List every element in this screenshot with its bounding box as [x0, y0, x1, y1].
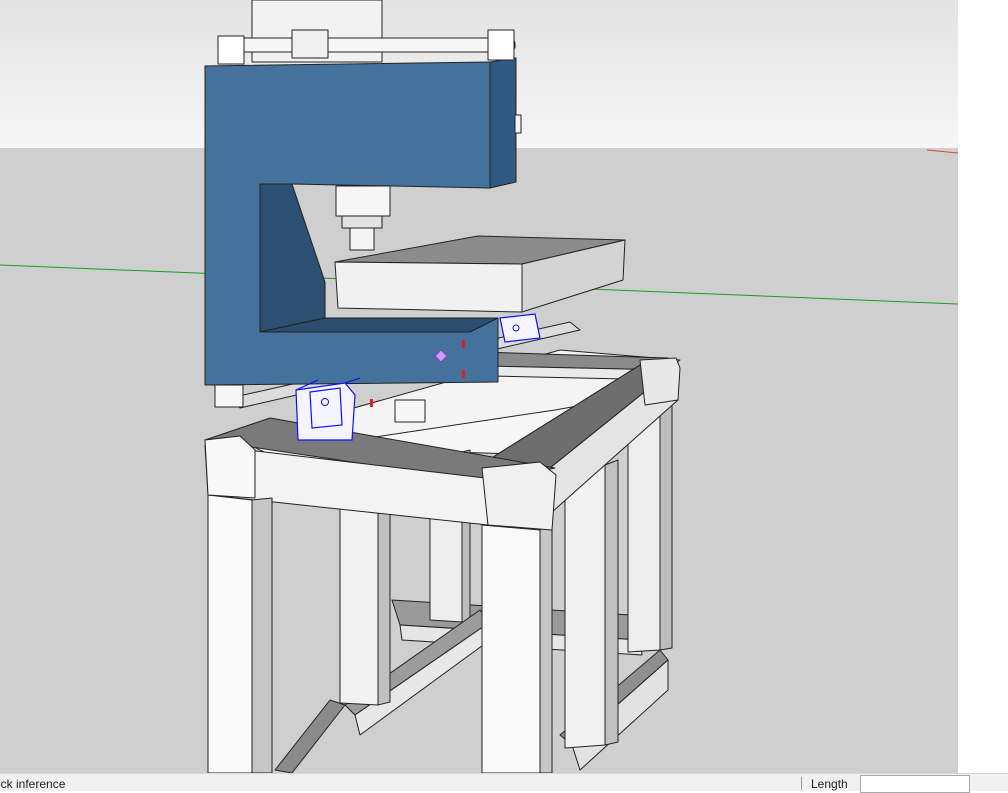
cylinder-end-left	[217, 35, 245, 65]
mid-leg-right-side	[604, 459, 619, 746]
bearing-block-mid	[394, 399, 426, 423]
corner-cap-front-right	[481, 461, 557, 531]
front-leg-left	[207, 494, 253, 773]
spindle-motor	[335, 185, 391, 217]
status-hint-text: ock inference	[0, 777, 66, 791]
cylinder-body	[291, 29, 329, 59]
spindle-collar	[341, 215, 383, 229]
machine-table-front	[334, 261, 523, 313]
spindle-chuck	[349, 227, 375, 251]
axis-marker-icon	[370, 399, 373, 407]
rear-leg-right-side	[659, 389, 673, 651]
axis-marker-icon	[462, 370, 465, 378]
measurement-input[interactable]	[860, 775, 970, 793]
measurement-label: Length	[811, 777, 848, 791]
front-leg-left-side	[251, 497, 273, 773]
front-leg-right	[481, 524, 541, 773]
front-leg-right-side	[539, 521, 553, 773]
mid-leg-right	[564, 464, 606, 749]
corner-cap-front-left	[204, 435, 256, 499]
corner-cap-back-right	[639, 357, 681, 406]
cylinder-end-right	[487, 29, 515, 61]
axis-marker-icon	[462, 340, 465, 348]
mid-leg-left	[339, 504, 379, 706]
model-viewport[interactable]	[0, 0, 958, 773]
mid-leg-left-side	[377, 504, 391, 706]
bearing-block-left	[214, 384, 244, 408]
model-scene[interactable]	[0, 0, 958, 773]
head-side-tab	[514, 114, 522, 134]
c-frame-head-side	[489, 57, 517, 189]
status-bar: ock inference Length	[0, 773, 1008, 793]
selected-motor-mount-back[interactable]	[499, 313, 541, 343]
status-divider	[801, 777, 802, 790]
cylinder-rod	[224, 37, 516, 53]
viewport-right-margin	[958, 0, 1008, 773]
selected-motor-mount-front[interactable]	[295, 382, 356, 441]
